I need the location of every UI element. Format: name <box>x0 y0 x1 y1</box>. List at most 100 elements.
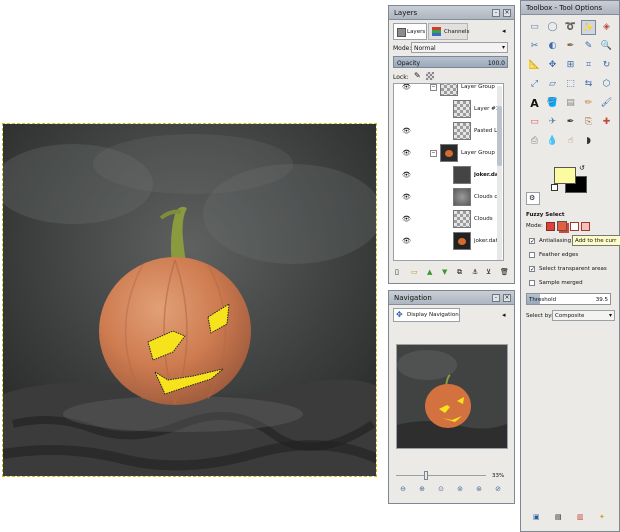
blur-icon[interactable]: 💧 <box>545 134 560 149</box>
merge-layer-icon[interactable]: ⊻ <box>486 268 491 276</box>
mode-dropdown[interactable]: Normal ▾ <box>411 42 508 53</box>
mode-replace-icon[interactable] <box>546 222 555 231</box>
collapse-toggle-icon[interactable]: − <box>430 84 437 91</box>
collapse-toggle-icon[interactable]: − <box>430 150 437 157</box>
zoom-out-icon[interactable]: ⊖ <box>398 484 408 494</box>
raise-layer-icon[interactable]: ▲ <box>427 268 432 276</box>
paintbrush-icon[interactable]: 🖌 <box>599 96 614 111</box>
layer-row[interactable]: 👁 joker.dat <box>394 164 503 186</box>
smudge-icon[interactable]: ☝ <box>563 134 578 149</box>
measure-icon[interactable]: 📐 <box>527 58 542 73</box>
perspective-icon[interactable]: ⬚ <box>563 77 578 92</box>
navigation-close-button[interactable]: × <box>503 294 511 302</box>
blend-icon[interactable]: ▤ <box>563 96 578 111</box>
clone-icon[interactable]: ⎘ <box>581 115 596 130</box>
airbrush-icon[interactable]: ✈ <box>545 115 560 130</box>
rect-select-icon[interactable]: ▭ <box>527 20 542 35</box>
navigation-preview[interactable] <box>396 344 508 449</box>
layers-scrollbar[interactable] <box>497 86 502 260</box>
navigation-collapse-button[interactable]: - <box>492 294 500 302</box>
dodge-burn-icon[interactable]: ◗ <box>581 134 596 149</box>
option-checkbox[interactable]: ✓ <box>529 266 535 273</box>
new-group-icon[interactable]: ▭ <box>411 268 418 276</box>
color-select-icon[interactable]: ◈ <box>599 20 614 35</box>
zoom-in-icon[interactable]: ⊕ <box>417 484 427 494</box>
mode-subtract-icon[interactable] <box>570 222 579 231</box>
tab-layers[interactable]: Layers <box>393 23 427 40</box>
paths-icon[interactable]: ✒ <box>563 39 578 54</box>
ink-icon[interactable]: ✒ <box>563 115 578 130</box>
visibility-eye-icon[interactable]: 👁 <box>402 237 411 245</box>
visibility-eye-icon[interactable]: 👁 <box>402 149 411 157</box>
layer-row[interactable]: 👁 Clouds c <box>394 186 503 208</box>
anchor-layer-icon[interactable]: ⚓ <box>472 268 478 276</box>
foreground-color-swatch[interactable] <box>554 167 576 184</box>
option-checkbox[interactable]: ✓ <box>529 238 535 245</box>
save-options-icon[interactable]: ▣ <box>533 513 540 521</box>
zoom-fit-icon[interactable]: ⊚ <box>455 484 465 494</box>
layers-scrollbar-thumb[interactable] <box>497 106 502 166</box>
visibility-eye-icon[interactable]: 👁 <box>402 127 411 135</box>
layers-list[interactable]: 👁 − Layer Group Layer #1 👁 Pasted La 👁 −… <box>393 83 504 261</box>
option-checkbox[interactable] <box>529 280 535 286</box>
rotate-icon[interactable]: ↻ <box>599 58 614 73</box>
restore-options-icon[interactable]: ▤ <box>555 513 562 521</box>
align-icon[interactable]: ⊞ <box>563 58 578 73</box>
ellipse-select-icon[interactable]: ◯ <box>545 20 560 35</box>
heal-icon[interactable]: ✚ <box>599 115 614 130</box>
cage-icon[interactable]: ⬡ <box>599 77 614 92</box>
scissors-select-icon[interactable]: ✂ <box>527 39 542 54</box>
select-by-dropdown[interactable]: Composite ▾ <box>552 310 615 321</box>
delete-options-icon[interactable]: ▥ <box>577 513 584 521</box>
image-canvas[interactable] <box>2 123 377 477</box>
color-picker-icon[interactable]: ✎ <box>581 39 596 54</box>
mode-intersect-icon[interactable] <box>581 222 590 231</box>
delete-layer-icon[interactable]: 🗑 <box>500 268 509 276</box>
layer-row[interactable]: 👁 Clouds <box>394 208 503 230</box>
threshold-slider[interactable]: Threshold 39.5 <box>526 293 611 305</box>
bucket-fill-icon[interactable]: 🪣 <box>545 96 560 111</box>
tab-display-navigation[interactable]: ✥ Display Navigation <box>393 308 460 322</box>
layer-row[interactable]: 👁 − Layer Group <box>394 84 503 98</box>
zoom-one-to-one-icon[interactable]: ⊙ <box>436 484 446 494</box>
visibility-eye-icon[interactable]: 👁 <box>402 215 411 223</box>
toolbox-titlebar[interactable]: Toolbox - Tool Options <box>521 1 619 15</box>
lower-layer-icon[interactable]: ▼ <box>442 268 447 276</box>
layers-close-button[interactable]: × <box>503 9 511 17</box>
opacity-slider[interactable]: Opacity 100.0 <box>393 56 508 68</box>
default-colors-icon[interactable] <box>551 184 558 191</box>
mode-add-icon[interactable] <box>557 221 567 231</box>
shear-icon[interactable]: ▱ <box>545 77 560 92</box>
tab-channels[interactable]: Channels <box>428 23 469 40</box>
navigation-titlebar[interactable]: Navigation - × <box>389 291 514 305</box>
visibility-eye-icon[interactable]: 👁 <box>402 193 411 201</box>
zoom-shrink-wrap-icon[interactable]: ⊘ <box>493 484 503 494</box>
tool-options-tab[interactable]: ⚙ <box>526 192 540 205</box>
layer-row[interactable]: 👁 Pasted La <box>394 120 503 142</box>
zoom-slider-handle[interactable] <box>424 471 428 480</box>
perspective-clone-icon[interactable]: ⎙ <box>527 134 542 149</box>
navigation-tab-menu-icon[interactable]: ◂ <box>502 311 506 319</box>
layers-collapse-button[interactable]: - <box>492 9 500 17</box>
free-select-icon[interactable]: ➰ <box>563 20 578 35</box>
visibility-eye-icon[interactable]: 👁 <box>402 84 411 91</box>
lock-alpha-icon[interactable] <box>426 72 434 80</box>
new-layer-icon[interactable]: ▯ <box>395 268 399 276</box>
layers-tab-menu-icon[interactable]: ◂ <box>502 27 506 35</box>
eraser-icon[interactable]: ▭ <box>527 115 542 130</box>
layer-row[interactable]: 👁 joker.dat <box>394 230 503 252</box>
zoom-icon[interactable]: 🔍 <box>599 39 614 54</box>
foreground-select-icon[interactable]: ◐ <box>545 39 560 54</box>
reset-options-icon[interactable]: ✦ <box>599 513 605 521</box>
fuzzy-select-icon[interactable]: ✨ <box>581 20 596 35</box>
lock-pixels-icon[interactable]: ✎ <box>414 71 421 80</box>
scale-icon[interactable]: ⤢ <box>527 77 542 92</box>
duplicate-layer-icon[interactable]: ⧉ <box>457 268 462 277</box>
flip-icon[interactable]: ⇆ <box>581 77 596 92</box>
layers-titlebar[interactable]: Layers - × <box>389 6 514 20</box>
pencil-icon[interactable]: ✏ <box>581 96 596 111</box>
visibility-eye-icon[interactable]: 👁 <box>402 171 411 179</box>
text-icon[interactable]: A <box>527 96 542 111</box>
move-icon[interactable]: ✥ <box>545 58 560 73</box>
layer-row[interactable]: Layer #1 <box>394 98 503 120</box>
